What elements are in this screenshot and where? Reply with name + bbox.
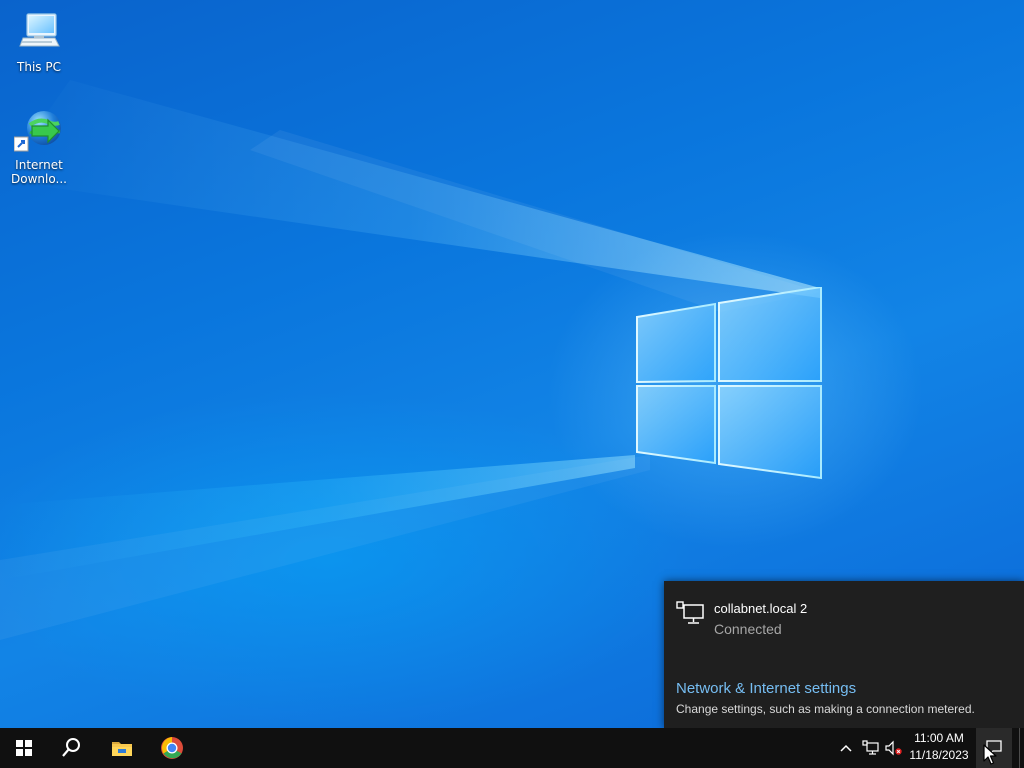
show-hidden-icons-button[interactable] [837, 728, 855, 768]
desktop-icon-label: Internet Downlo... [11, 158, 67, 186]
search-button[interactable] [48, 728, 96, 768]
internet-download-manager-icon [13, 106, 64, 156]
network-flyout: collabnet.local 2 Connected Network & In… [664, 581, 1024, 728]
network-icon [862, 740, 879, 755]
volume-tray-button[interactable] [884, 728, 904, 768]
desktop-icon-this-pc[interactable]: This PC [4, 8, 74, 74]
search-icon [62, 738, 80, 757]
clock-date: 11/18/2023 [909, 748, 969, 762]
desktop-icon-label: This PC [17, 60, 61, 74]
desktop-icon-internet-download-manager[interactable]: Internet Downlo... [4, 106, 74, 186]
ethernet-network-icon [676, 601, 704, 624]
file-explorer-icon [112, 742, 132, 756]
network-name: collabnet.local 2 [714, 601, 808, 616]
windows-start-icon [16, 740, 32, 756]
taskbar-clock[interactable]: 11:00 AM 11/18/2023 [905, 730, 973, 766]
network-settings-description: Change settings, such as making a connec… [676, 702, 975, 716]
chrome-icon [161, 737, 183, 759]
network-connection-item[interactable]: collabnet.local 2 Connected [676, 601, 1006, 641]
action-center-icon [986, 740, 1002, 756]
start-button[interactable] [0, 728, 48, 768]
file-explorer-button[interactable] [98, 728, 146, 768]
action-center-button[interactable] [976, 728, 1012, 768]
volume-muted-icon [885, 740, 902, 756]
show-desktop-button[interactable] [1019, 728, 1024, 768]
chrome-button[interactable] [148, 728, 196, 768]
computer-icon [14, 8, 64, 58]
chevron-up-icon [840, 744, 852, 752]
taskbar: 11:00 AM 11/18/2023 [0, 728, 1024, 768]
network-tray-button[interactable] [860, 728, 882, 768]
windows-logo-wallpaper [636, 287, 822, 480]
network-internet-settings-link[interactable]: Network & Internet settings [676, 680, 856, 697]
clock-time: 11:00 AM [914, 731, 964, 745]
network-status: Connected [714, 621, 782, 637]
